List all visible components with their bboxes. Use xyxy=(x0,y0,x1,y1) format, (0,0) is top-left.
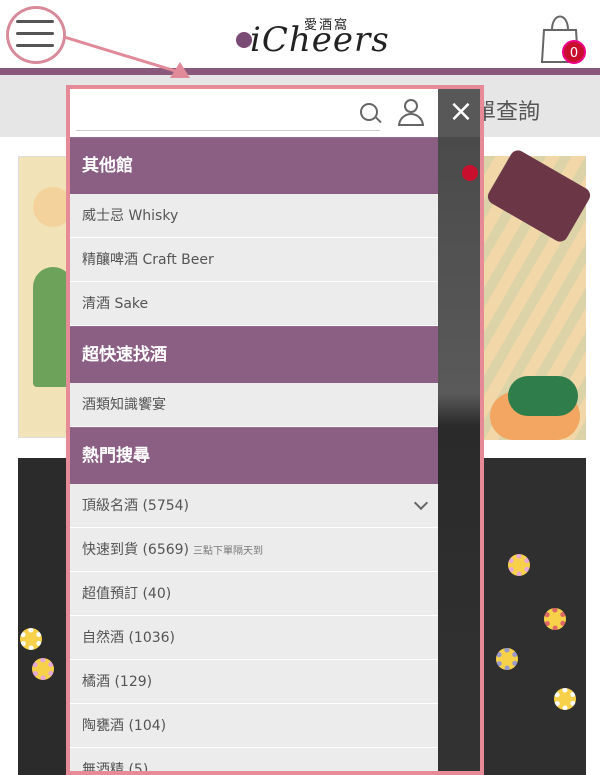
background-banner-right xyxy=(484,147,593,440)
search-icon[interactable] xyxy=(360,103,378,121)
menu-search-bar xyxy=(70,89,438,137)
menu-item-label: 無酒精 (5) xyxy=(82,762,149,775)
menu-item-premium[interactable]: 頂級名酒 (5754) xyxy=(70,484,438,528)
menu-item-fast-delivery[interactable]: 快速到貨 (6569) 三點下單隔天到 xyxy=(70,528,438,572)
menu-item-sake[interactable]: 清酒 Sake xyxy=(70,282,438,326)
menu-item-preorder[interactable]: 超值預訂 (40) xyxy=(70,572,438,616)
section-quick-find[interactable]: 超快速找酒 xyxy=(70,326,438,383)
site-header: 愛酒窩 iCheers 0 xyxy=(0,0,600,68)
section-other-halls[interactable]: 其他館 xyxy=(70,137,438,194)
menu-item-wine-knowledge[interactable]: 酒類知識饗宴 xyxy=(70,383,438,427)
menu-item-label: 清酒 Sake xyxy=(82,296,149,312)
menu-item-label: 超值預訂 (40) xyxy=(82,586,172,602)
menu-item-note: 三點下單隔天到 xyxy=(193,546,264,557)
menu-item-label: 陶甕酒 (104) xyxy=(82,718,167,734)
menu-item-label: 精釀啤酒 Craft Beer xyxy=(82,252,214,268)
header-divider xyxy=(0,68,600,75)
logo-english: iCheers xyxy=(250,20,390,60)
background-peek xyxy=(438,137,480,771)
background-banner-bottom-left xyxy=(18,458,68,775)
menu-item-whisky[interactable]: 威士忌 Whisky xyxy=(70,194,438,238)
cart-button[interactable]: 0 xyxy=(538,8,588,66)
menu-item-label: 頂級名酒 (5754) xyxy=(82,498,190,514)
menu-item-natural-wine[interactable]: 自然酒 (1036) xyxy=(70,616,438,660)
background-banner-bottom-right xyxy=(484,458,586,775)
annotation-arrow-head xyxy=(170,62,190,78)
menu-item-label: 自然酒 (1036) xyxy=(82,630,176,646)
menu-item-non-alcoholic[interactable]: 無酒精 (5) xyxy=(70,748,438,775)
user-icon[interactable] xyxy=(398,99,424,127)
menu-item-label: 橘酒 (129) xyxy=(82,674,153,690)
close-icon: × xyxy=(448,94,474,129)
menu-item-label: 酒類知識饗宴 xyxy=(82,397,166,413)
close-button[interactable]: × xyxy=(438,89,480,137)
search-input[interactable] xyxy=(76,97,380,131)
menu-item-orange-wine[interactable]: 橘酒 (129) xyxy=(70,660,438,704)
menu-item-label: 快速到貨 (6569) xyxy=(82,542,190,558)
menu-item-craft-beer[interactable]: 精釀啤酒 Craft Beer xyxy=(70,238,438,282)
cart-count-badge: 0 xyxy=(562,40,586,64)
menu-item-amphora-wine[interactable]: 陶甕酒 (104) xyxy=(70,704,438,748)
hamburger-icon[interactable] xyxy=(16,20,54,48)
side-menu-panel: × 其他館 威士忌 Whisky 精釀啤酒 Craft Beer 清酒 Sake… xyxy=(66,85,484,775)
menu-list: 其他館 威士忌 Whisky 精釀啤酒 Craft Beer 清酒 Sake 超… xyxy=(70,137,438,775)
site-logo[interactable]: 愛酒窩 iCheers xyxy=(236,6,389,64)
menu-item-label: 威士忌 Whisky xyxy=(82,208,179,224)
section-hot-search[interactable]: 熱門搜尋 xyxy=(70,427,438,484)
chevron-down-icon[interactable] xyxy=(413,495,429,511)
